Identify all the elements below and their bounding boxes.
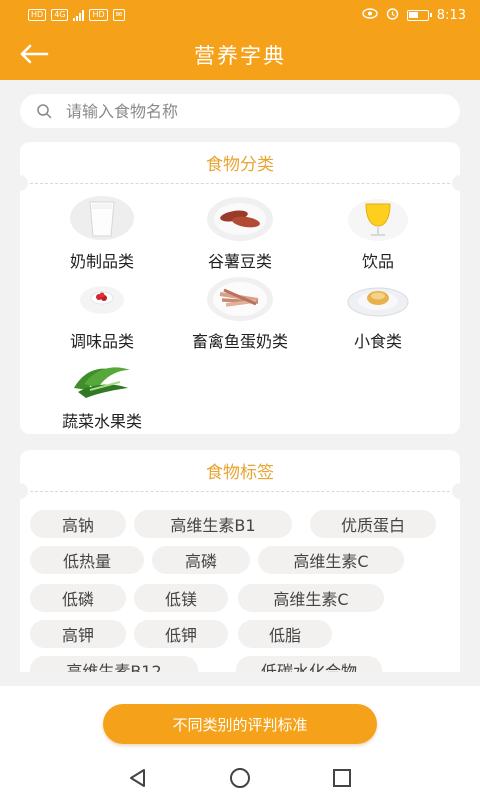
bacon-plate-icon — [206, 274, 274, 322]
search-icon — [37, 104, 52, 119]
tag-chip[interactable]: 优质蛋白 — [310, 510, 436, 538]
signal-icon — [73, 9, 85, 21]
alarm-icon — [386, 7, 399, 24]
nav-back-button[interactable] — [126, 766, 150, 790]
tag-chip[interactable]: 低脂 — [238, 620, 332, 648]
nav-home-button[interactable] — [228, 766, 252, 790]
category-label: 谷薯豆类 — [207, 252, 272, 271]
network-type-indicator: 4G — [51, 9, 69, 21]
card-notch-right — [452, 483, 460, 499]
sweet-potato-icon — [206, 194, 274, 242]
card-notch-right — [452, 175, 468, 191]
tag-chip[interactable]: 低钾 — [134, 620, 228, 648]
battery-icon — [406, 9, 432, 21]
category-label: 饮品 — [361, 252, 394, 271]
juice-glass-icon — [344, 194, 412, 242]
category-label: 蔬菜水果类 — [61, 412, 142, 431]
tag-chip[interactable]: 低镁 — [134, 584, 228, 612]
divider — [30, 491, 450, 492]
food-tag-title: 食物标签 — [206, 462, 274, 483]
circle-home-icon — [230, 768, 250, 788]
tag-chip[interactable]: 高维生素B1 — [134, 510, 292, 538]
pastry-plate-icon — [344, 274, 412, 322]
category-snacks[interactable]: 小食类 — [308, 274, 448, 354]
tag-chip[interactable]: 高维生素B12 — [30, 656, 198, 672]
category-condiments[interactable]: 调味品类 — [32, 274, 172, 354]
category-grains-tubers-beans[interactable]: 谷薯豆类 — [170, 194, 310, 274]
app-bar: 营养字典 — [0, 30, 480, 80]
category-label: 小食类 — [353, 332, 402, 351]
tag-chip[interactable]: 低碳水化合物 — [236, 656, 382, 672]
category-label: 调味品类 — [69, 332, 134, 351]
category-dairy[interactable]: 奶制品类 — [32, 194, 172, 274]
message-icon: ✉ — [112, 9, 126, 21]
back-button[interactable] — [14, 36, 54, 72]
square-recents-icon — [333, 769, 351, 787]
food-category-title: 食物分类 — [206, 154, 274, 175]
milk-glass-icon — [68, 194, 136, 242]
category-drinks[interactable]: 饮品 — [308, 194, 448, 274]
food-category-card: 食物分类 奶制品类 谷薯豆类 饮品 调味品类 畜禽鱼蛋奶类 小食类 蔬菜水果类 — [12, 142, 468, 434]
system-navigation-bar — [0, 752, 480, 800]
status-time: 8:13 — [436, 7, 466, 23]
tag-chip[interactable]: 高钾 — [30, 620, 126, 648]
tag-chip[interactable]: 高维生素C — [238, 584, 384, 612]
hd-indicator: HD — [28, 9, 47, 21]
tag-chip[interactable]: 高磷 — [152, 546, 250, 574]
bottom-action-bar: 不同类别的评判标准 — [0, 686, 480, 752]
tag-chip[interactable]: 高维生素C — [258, 546, 404, 574]
food-tag-card: 食物标签 高钠 高维生素B1 优质蛋白 低热量 高磷 高维生素C 低磷 低镁 高… — [20, 450, 460, 672]
category-label: 奶制品类 — [69, 252, 134, 271]
hd-indicator-2: HD — [89, 9, 108, 21]
arrow-left-icon — [20, 44, 49, 64]
tag-chip[interactable]: 低热量 — [30, 546, 144, 574]
tag-chip[interactable]: 低磷 — [30, 584, 126, 612]
category-vegetables-fruits[interactable]: 蔬菜水果类 — [32, 354, 172, 434]
evaluation-criteria-button[interactable]: 不同类别的评判标准 — [103, 704, 377, 744]
status-bar: HD 4G HD ✉ 8:13 — [0, 0, 480, 30]
status-indicators: HD 4G HD ✉ — [28, 9, 126, 21]
page-title: 营养字典 — [194, 44, 286, 68]
condiment-dish-icon — [68, 274, 136, 322]
tag-chip[interactable]: 高钠 — [30, 510, 126, 538]
search-bar[interactable] — [20, 94, 460, 128]
leafy-greens-icon — [68, 354, 136, 402]
triangle-back-icon — [130, 769, 145, 787]
status-right: 8:13 — [362, 7, 466, 24]
search-input[interactable] — [66, 101, 406, 121]
nav-recents-button[interactable] — [330, 766, 354, 790]
category-label: 畜禽鱼蛋奶类 — [191, 332, 288, 351]
eye-icon — [362, 7, 378, 23]
category-livestock-poultry-fish-egg-milk[interactable]: 畜禽鱼蛋奶类 — [170, 274, 310, 354]
card-notch-left — [12, 175, 28, 191]
divider — [30, 183, 450, 184]
